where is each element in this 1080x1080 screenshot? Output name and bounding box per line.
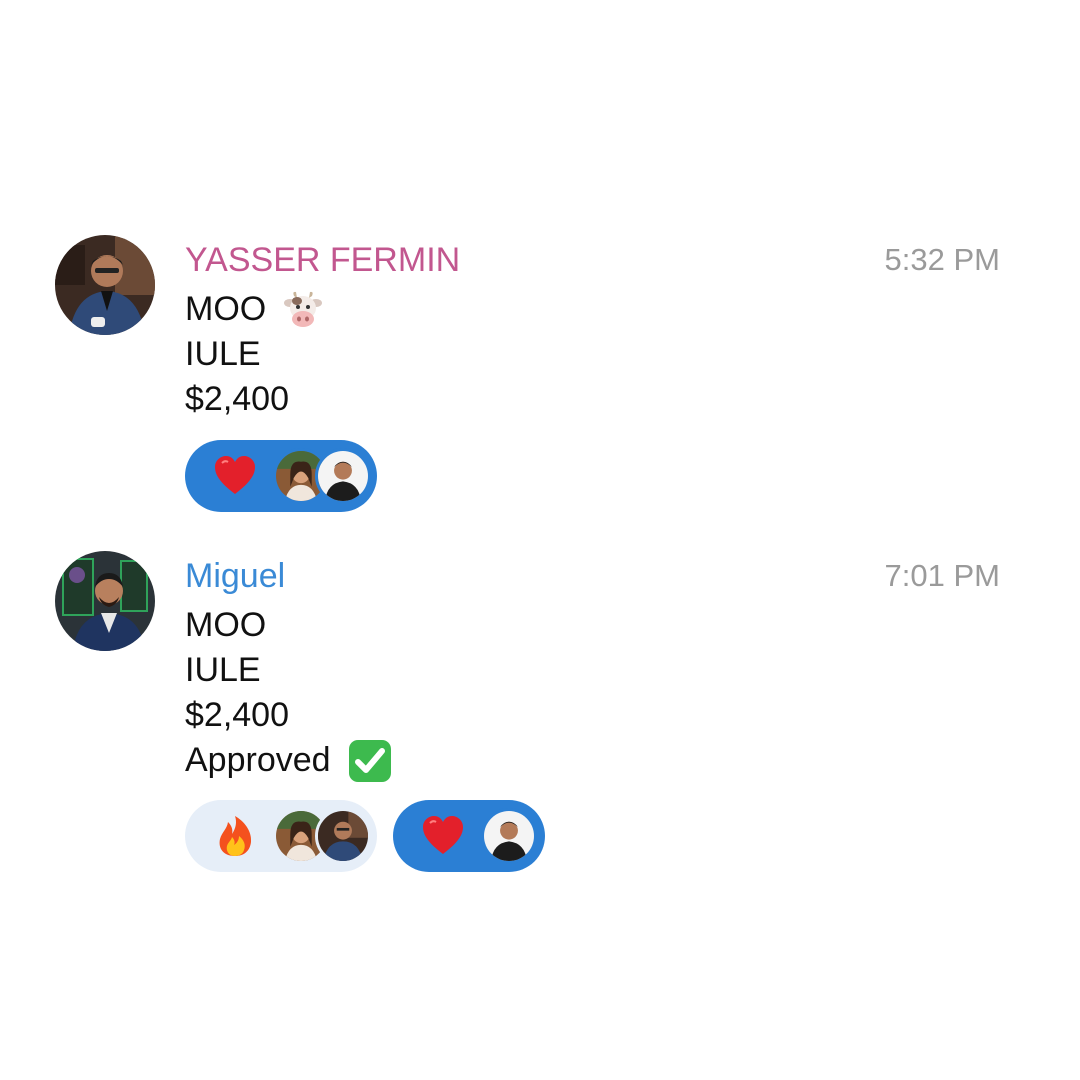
reaction-heart[interactable] bbox=[393, 800, 545, 872]
reaction-fire[interactable] bbox=[185, 800, 377, 872]
message-line: IULE bbox=[185, 332, 324, 377]
reactor-avatar[interactable] bbox=[315, 448, 371, 504]
message-line: $2,400 bbox=[185, 377, 324, 422]
message-line: IULE bbox=[185, 648, 393, 693]
check-mark-button-emoji bbox=[347, 738, 393, 784]
message-line: $2,400 bbox=[185, 693, 393, 738]
reactor-avatar[interactable] bbox=[481, 808, 537, 864]
sender-name[interactable]: YASSER FERMIN bbox=[185, 240, 460, 280]
message-line: MOO bbox=[185, 287, 324, 332]
message-body: MOO IULE $2,400 bbox=[185, 287, 324, 422]
fire-emoji bbox=[213, 814, 257, 858]
red-heart-emoji bbox=[421, 814, 465, 858]
reaction-heart[interactable] bbox=[185, 440, 377, 512]
red-heart-emoji bbox=[213, 454, 257, 498]
avatar-miguel[interactable] bbox=[55, 551, 155, 651]
message-text: Approved bbox=[185, 741, 331, 779]
message-text: IULE bbox=[185, 335, 261, 373]
reaction-bar bbox=[185, 800, 545, 872]
message-text: MOO bbox=[185, 606, 267, 644]
message-timestamp: 5:32 PM bbox=[884, 242, 1000, 277]
sender-name[interactable]: Miguel bbox=[185, 556, 285, 596]
cow-face-emoji bbox=[282, 289, 324, 331]
avatar-yasser-fermin[interactable] bbox=[55, 235, 155, 335]
message-text: IULE bbox=[185, 651, 261, 689]
message-body: MOO IULE $2,400 Approved bbox=[185, 603, 393, 783]
message-timestamp: 7:01 PM bbox=[884, 558, 1000, 593]
reaction-bar bbox=[185, 440, 377, 512]
message-line: MOO bbox=[185, 603, 393, 648]
message-text: $2,400 bbox=[185, 696, 289, 734]
message-text: $2,400 bbox=[185, 380, 289, 418]
message-text: MOO bbox=[185, 290, 267, 328]
message-line: Approved bbox=[185, 738, 393, 783]
reactor-avatar[interactable] bbox=[315, 808, 371, 864]
